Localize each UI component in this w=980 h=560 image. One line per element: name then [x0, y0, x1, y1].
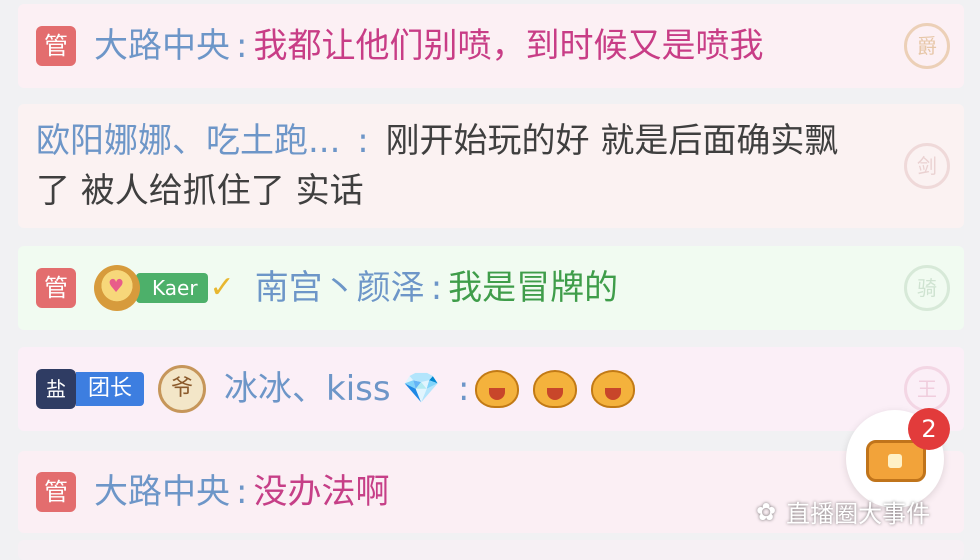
- chest-lock-icon: [888, 454, 902, 468]
- chat-message: 管 ♥ Kaer ✓ 南宫丶颜泽 : 我是冒牌的 骑: [18, 246, 964, 330]
- username[interactable]: 南宫丶颜泽: [255, 263, 425, 313]
- message-body: 欧阳娜娜、吃土跑... : 刚开始玩的好 就是后面确实飘了 被人给抓住了 实话: [36, 116, 856, 216]
- fan-badge: Kaer: [136, 273, 208, 303]
- message-text: 没办法啊: [253, 472, 390, 512]
- username[interactable]: 冰冰、kiss: [224, 364, 391, 414]
- notification-count: 2: [908, 408, 950, 450]
- chat-message: 盐 团长 爷 冰冰、kiss 💎 : 王: [18, 347, 964, 431]
- colon: :: [457, 369, 470, 409]
- noble-level-icon: 王: [904, 366, 950, 412]
- message-text: 我是冒牌的: [448, 268, 619, 308]
- colon: :: [430, 268, 443, 308]
- role-badge: 团长: [76, 372, 145, 406]
- wechat-icon: ✿: [756, 497, 777, 526]
- chat-message: 欧阳娜娜、吃土跑... : 刚开始玩的好 就是后面确实飘了 被人给抓住了 实话 …: [18, 104, 964, 228]
- salt-badge: 盐: [36, 369, 76, 409]
- watermark: ✿ 直播圈大事件: [756, 494, 930, 529]
- diamond-icon: 💎: [402, 371, 440, 406]
- username[interactable]: 大路中央: [94, 467, 230, 517]
- watermark-text: 直播圈大事件: [786, 500, 931, 528]
- chat-message-partial: [18, 540, 964, 560]
- noble-level-icon: 剑: [904, 143, 950, 189]
- colon: :: [236, 472, 248, 512]
- username[interactable]: 大路中央: [94, 21, 230, 71]
- emoji-icon: [533, 370, 578, 408]
- admin-badge: 管: [36, 26, 76, 66]
- chat-message: 管 大路中央 : 我都让他们别喷，到时候又是喷我 爵: [18, 4, 964, 88]
- colon: :: [357, 121, 369, 161]
- colon: :: [236, 26, 248, 66]
- noble-level-icon: 爵: [904, 23, 950, 69]
- message-text: 我都让他们别喷，到时候又是喷我: [253, 26, 764, 66]
- verified-icon: ✓: [209, 270, 235, 305]
- username[interactable]: 欧阳娜娜、吃土跑...: [36, 121, 340, 161]
- emoji-icon: [475, 370, 520, 408]
- emoji-icon: [591, 370, 636, 408]
- admin-badge: 管: [36, 268, 76, 308]
- admin-badge: 管: [36, 472, 76, 512]
- heart-icon: ♥: [108, 276, 125, 297]
- noble-badge: 爷: [158, 365, 207, 413]
- noble-level-icon: 骑: [904, 265, 950, 311]
- medal-icon: ♥: [94, 265, 140, 311]
